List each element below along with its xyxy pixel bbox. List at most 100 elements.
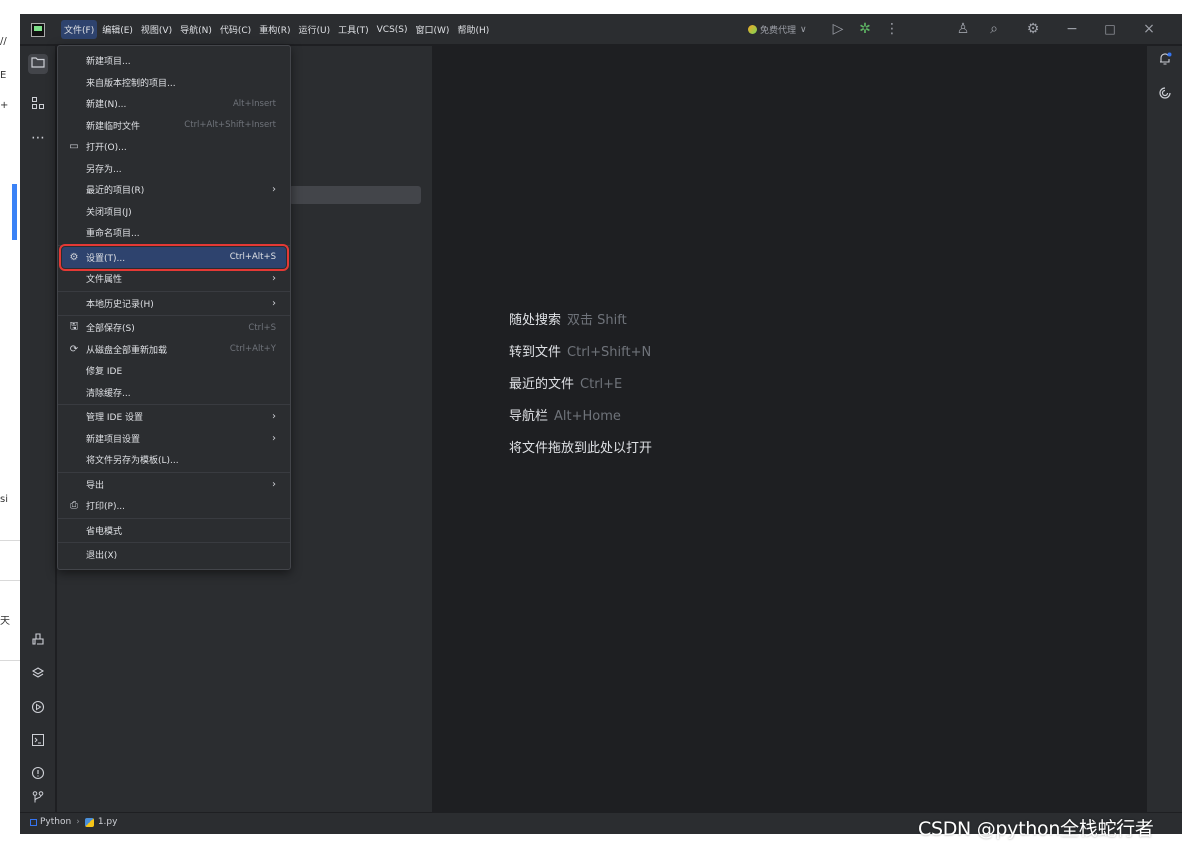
- left-tool-stripe: ⋯: [20, 46, 56, 812]
- menu-separator: [58, 290, 290, 292]
- menu-view[interactable]: 视图(V): [138, 20, 175, 39]
- menu-item-label: 新建(N)...: [86, 100, 127, 111]
- menu-tools[interactable]: 工具(T): [335, 20, 372, 39]
- hint-search-everywhere: 随处搜索 双击 Shift: [509, 309, 627, 328]
- notifications-icon[interactable]: [1155, 52, 1175, 72]
- menu-item-label: 修复 IDE: [86, 367, 123, 378]
- menu-item-repair-ide[interactable]: 修复 IDE: [58, 360, 290, 382]
- menu-item-label: 来自版本控制的项目...: [86, 78, 176, 89]
- more-icon[interactable]: ⋮: [883, 21, 901, 37]
- close-icon[interactable]: ×: [1140, 21, 1158, 37]
- menu-item-manage-ide-settings[interactable]: 管理 IDE 设置 ›: [58, 406, 290, 428]
- menu-item-label: 导出: [86, 480, 105, 491]
- hint-shortcut: Alt+Home: [554, 409, 621, 424]
- breadcrumb-file[interactable]: 1.py: [98, 817, 118, 827]
- menu-item-save-as[interactable]: 另存为...: [58, 158, 290, 180]
- project-folder-icon[interactable]: [28, 54, 48, 74]
- proxy-widget[interactable]: 免费代理 ∨: [748, 14, 807, 45]
- menu-item-recent-projects[interactable]: 最近的项目(R) ›: [58, 179, 290, 201]
- ai-assistant-icon[interactable]: [1155, 86, 1175, 106]
- settings-icon[interactable]: ⚙: [1024, 21, 1042, 37]
- run-icon[interactable]: ▷: [829, 21, 847, 37]
- services-icon[interactable]: [28, 700, 48, 720]
- menu-item-new-project-settings[interactable]: 新建项目设置 ›: [58, 428, 290, 450]
- menu-edit[interactable]: 编辑(E): [99, 20, 136, 39]
- menu-item-file-properties[interactable]: 文件属性 ›: [58, 268, 290, 290]
- breadcrumb-project[interactable]: Python: [40, 817, 71, 827]
- python-file-icon: [84, 817, 94, 827]
- menu-item-settings[interactable]: ⚙ 设置(T)... Ctrl+Alt+S: [59, 243, 289, 271]
- hint-label: 将文件拖放到此处以打开: [509, 441, 653, 456]
- more-tools-icon[interactable]: ⋯: [28, 128, 48, 148]
- print-icon: ⎙: [70, 500, 78, 512]
- hint-label: 转到文件: [509, 345, 562, 360]
- python-console-icon[interactable]: [28, 632, 48, 652]
- menu-item-close-project[interactable]: 关闭项目(J): [58, 201, 290, 223]
- breadcrumb-separator: ›: [76, 817, 80, 827]
- strip-fragment: +: [0, 100, 9, 111]
- hint-label: 导航栏: [509, 409, 549, 424]
- menu-item-label: 新建临时文件: [86, 121, 141, 132]
- hint-label: 最近的文件: [509, 377, 575, 392]
- menu-item-exit[interactable]: 退出(X): [58, 544, 290, 566]
- menu-item-save-as-template[interactable]: 将文件另存为模板(L)...: [58, 449, 290, 471]
- minimize-icon[interactable]: −: [1063, 21, 1081, 37]
- menu-item-rename-project[interactable]: 重命名项目...: [58, 222, 290, 244]
- layers-icon[interactable]: [28, 666, 48, 686]
- menu-navigate[interactable]: 导航(N): [177, 20, 215, 39]
- hint-label: 随处搜索: [509, 313, 562, 328]
- menu-window[interactable]: 窗口(W): [413, 20, 453, 39]
- module-icon: [30, 818, 37, 826]
- menu-refactor[interactable]: 重构(R): [256, 20, 293, 39]
- menu-item-export[interactable]: 导出 ›: [58, 474, 290, 496]
- selected-tree-row[interactable]: [289, 186, 421, 204]
- menu-vcs[interactable]: VCS(S): [374, 22, 411, 38]
- menu-item-invalidate-caches[interactable]: 清除缓存...: [58, 382, 290, 404]
- strip-fragment: si: [0, 494, 8, 505]
- search-icon[interactable]: ⌕: [985, 21, 1003, 37]
- menu-run[interactable]: 运行(U): [295, 20, 333, 39]
- menu-item-shortcut: Alt+Insert: [232, 98, 276, 109]
- menu-item-save-all[interactable]: 🖫 全部保存(S) Ctrl+S: [58, 317, 290, 339]
- menu-item-open[interactable]: ▭ 打开(O)...: [58, 136, 290, 158]
- menu-item-label: 全部保存(S): [86, 324, 135, 335]
- proxy-label: 免费代理: [760, 26, 797, 36]
- strip-divider: [0, 580, 20, 581]
- problems-icon[interactable]: [28, 766, 48, 786]
- menu-item-label: 从磁盘全部重新加载: [86, 345, 168, 356]
- menu-item-label: 本地历史记录(H): [86, 299, 154, 310]
- menu-item-label: 打开(O)...: [86, 143, 127, 154]
- menu-item-new-scratch[interactable]: 新建临时文件 Ctrl+Alt+Shift+Insert: [58, 115, 290, 137]
- menu-file[interactable]: 文件(F): [61, 20, 98, 39]
- menu-item-label: 新建项目...: [86, 57, 131, 68]
- terminal-icon[interactable]: [28, 733, 48, 753]
- menu-item-label: 管理 IDE 设置: [86, 413, 143, 424]
- menu-item-new[interactable]: 新建(N)... Alt+Insert: [58, 93, 290, 115]
- menu-item-print[interactable]: ⎙ 打印(P)...: [58, 495, 290, 517]
- strip-divider: [0, 540, 20, 541]
- debug-icon[interactable]: ✲: [856, 21, 874, 37]
- menu-item-power-save[interactable]: 省电模式: [58, 520, 290, 542]
- menu-item-from-vcs[interactable]: 来自版本控制的项目...: [58, 72, 290, 94]
- menu-code[interactable]: 代码(C): [217, 20, 254, 39]
- maximize-icon[interactable]: □: [1101, 21, 1119, 37]
- add-user-icon[interactable]: ♙: [954, 21, 972, 37]
- menu-item-shortcut: Ctrl+Alt+Shift+Insert: [184, 120, 276, 131]
- menu-item-new-project[interactable]: 新建项目...: [58, 50, 290, 72]
- right-tool-stripe: [1146, 46, 1182, 812]
- menu-item-label: 新建项目设置: [86, 434, 141, 445]
- menu-help[interactable]: 帮助(H): [454, 20, 492, 39]
- structure-icon[interactable]: [28, 96, 48, 116]
- git-icon[interactable]: [28, 790, 48, 810]
- menu-item-local-history[interactable]: 本地历史记录(H) ›: [58, 293, 290, 315]
- menu-item-reload[interactable]: ⟳ 从磁盘全部重新加载 Ctrl+Alt+Y: [58, 339, 290, 361]
- menu-separator: [58, 244, 290, 246]
- chevron-down-icon: ∨: [800, 24, 807, 35]
- chevron-right-icon: ›: [272, 432, 276, 444]
- pycharm-logo-icon[interactable]: [31, 23, 45, 37]
- proxy-icon: [748, 25, 757, 34]
- menu-item-label: 最近的项目(R): [86, 186, 145, 197]
- menu-item-label: 打印(P)...: [86, 502, 126, 513]
- menu-separator: [58, 404, 290, 405]
- gear-icon: ⚙: [69, 251, 79, 263]
